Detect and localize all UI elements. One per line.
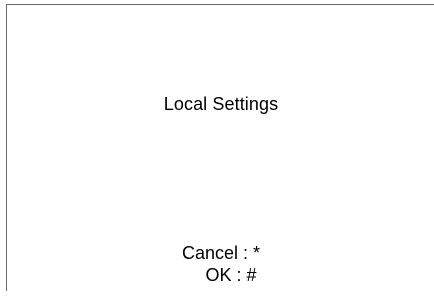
screen-title: Local Settings (163, 94, 279, 114)
cancel-key-hint: Cancel : * (181, 243, 261, 263)
ok-key-hint: OK : # (205, 265, 257, 285)
key-hint-bar: Cancel : * OK : # (7, 220, 434, 308)
device-screen: Local Settings Cancel : * OK : # (6, 4, 434, 291)
